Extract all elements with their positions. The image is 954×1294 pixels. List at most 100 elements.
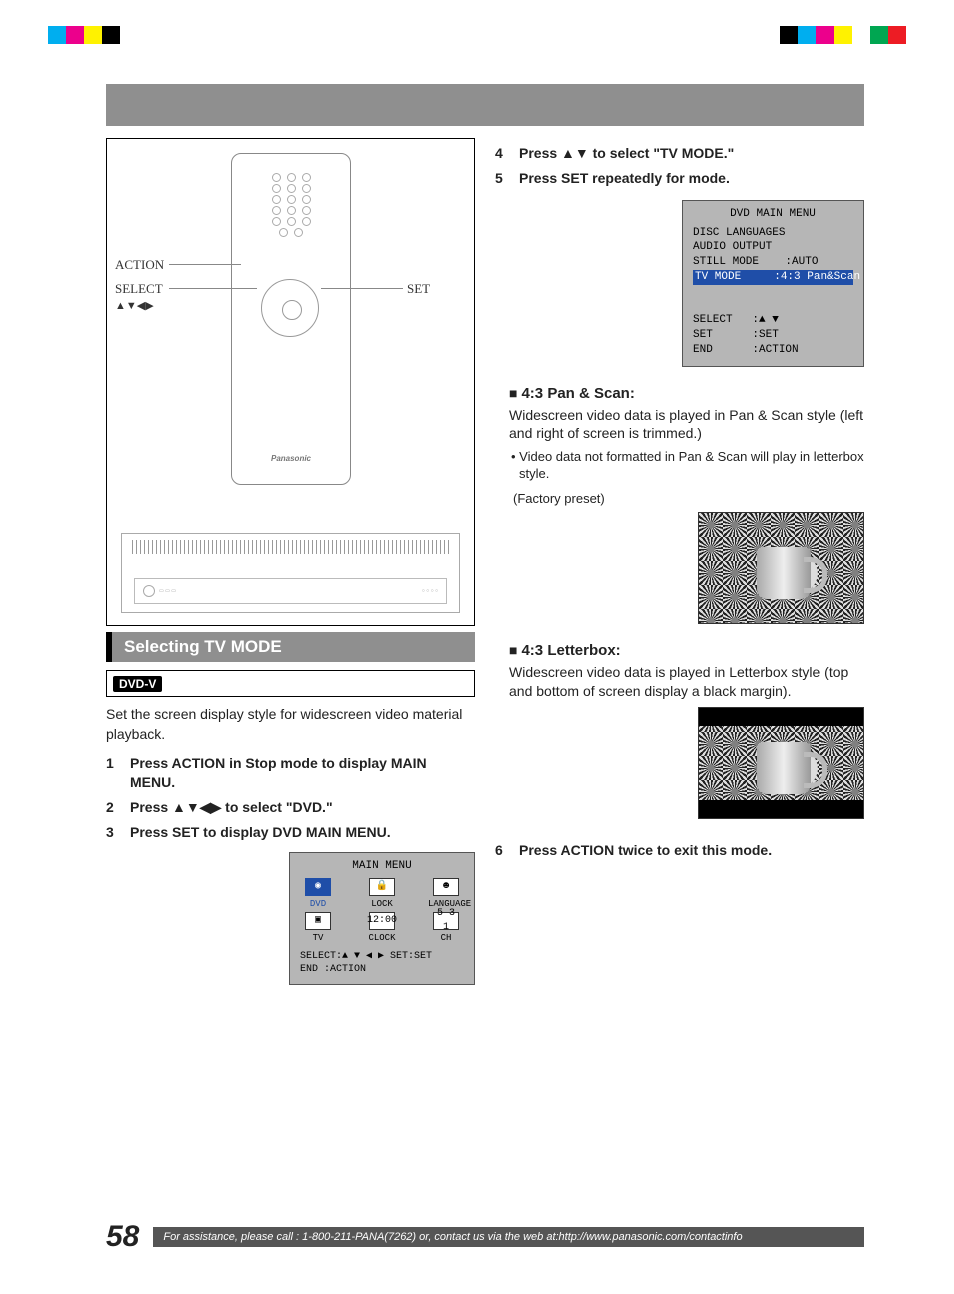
option2-title: ■4:3 Letterbox: (509, 642, 864, 659)
callout-select-line (169, 288, 257, 289)
page-content: Panasonic ACTION SELECT (106, 84, 864, 985)
callout-select: SELECT ▲▼◀▶ (115, 281, 163, 313)
left-column: Panasonic ACTION SELECT (106, 138, 475, 985)
remote-dpad (261, 279, 319, 337)
dvd-osd-hl-label: TV MODE (695, 271, 741, 283)
step-item: 6 Press ACTION twice to exit this mode. (495, 841, 864, 860)
step-text: Press ACTION twice to exit this mode. (519, 841, 864, 860)
callout-select-label: SELECT (115, 281, 163, 296)
dvd-osd-foot-select: SELECT :▲ ▼ (693, 313, 853, 328)
osd-icon-tv: ▣ TV (300, 912, 336, 944)
deck-panel: ▭ ▭ ▭ ○ ○ ○ ○ (134, 578, 447, 604)
dvd-osd-line1: DISC LANGUAGES (693, 226, 853, 241)
step-number: 1 (106, 754, 120, 792)
osd-icons-row1: ◉ DVD 🔒 LOCK ☻LANGUAGE (300, 878, 464, 910)
step-item: 3 Press SET to display DVD MAIN MENU. (106, 823, 475, 842)
osd-icon-lock: 🔒 LOCK (364, 878, 400, 910)
osd-icon-label: CLOCK (364, 932, 400, 944)
option1-title-text: 4:3 Pan & Scan: (521, 385, 634, 402)
osd-icon-glyph: 12:00 (369, 912, 395, 930)
remote-brand: Panasonic (232, 454, 350, 463)
remote-buttons (243, 171, 339, 239)
remote-diagram: Panasonic ACTION SELECT (106, 138, 475, 626)
calibration-bar-right (762, 26, 906, 44)
page-footer: 58 For assistance, please call : 1-800-2… (106, 1220, 864, 1254)
dvd-osd-line2: AUDIO OUTPUT (693, 240, 853, 255)
option2-title-text: 4:3 Letterbox: (521, 642, 620, 659)
section-heading: Selecting TV MODE (106, 632, 475, 662)
osd-icons-row2: ▣ TV 12:00 CLOCK 5 3 1CH (300, 912, 464, 944)
dvd-osd-highlight: TV MODE :4:3 Pan&Scan (693, 270, 853, 285)
step-text: Press ▲▼◀▶ to select "DVD." (130, 798, 475, 817)
step-number: 5 (495, 169, 509, 188)
callout-set: SET (407, 281, 430, 297)
dvd-osd-foot-set: SET :SET (693, 328, 853, 343)
osd-icon-dvd: ◉ DVD (300, 878, 336, 910)
step-item: 4 Press ▲▼ to select "TV MODE." (495, 144, 864, 163)
option1-title: ■4:3 Pan & Scan: (509, 385, 864, 402)
step-text: Press SET repeatedly for mode. (519, 169, 864, 188)
step-number: 3 (106, 823, 120, 842)
step-number: 4 (495, 144, 509, 163)
osd-icon-label: LOCK (364, 898, 400, 910)
step-item: 2 Press ▲▼◀▶ to select "DVD." (106, 798, 475, 817)
osd-icon-glyph: ▣ (305, 912, 331, 930)
intro-text: Set the screen display style for widescr… (106, 705, 475, 744)
page-number: 58 (106, 1220, 139, 1254)
main-menu-osd: MAIN MENU ◉ DVD 🔒 LOCK ☻LANGUAGE ▣ TV 12:00 CLO… (289, 852, 475, 985)
callout-select-arrows: ▲▼◀▶ (115, 300, 154, 312)
osd-icon-label: TV (300, 932, 336, 944)
steps-right-bottom: 6 Press ACTION twice to exit this mode. (495, 841, 864, 860)
osd-icon-ch: 5 3 1CH (428, 912, 464, 944)
option1-desc: Widescreen video data is played in Pan &… (509, 406, 864, 444)
step-text: Press ACTION in Stop mode to display MAI… (130, 754, 475, 792)
callout-action-label: ACTION (115, 257, 164, 272)
calibration-bar-left (48, 26, 192, 44)
option2-illustration (698, 707, 864, 819)
step-text: Press ▲▼ to select "TV MODE." (519, 144, 864, 163)
callout-set-label: SET (407, 281, 430, 296)
osd-icon-glyph: 🔒 (369, 878, 395, 896)
assistance-bar: For assistance, please call : 1-800-211-… (153, 1227, 864, 1247)
callout-action-line (169, 264, 241, 265)
step-text: Press SET to display DVD MAIN MENU. (130, 823, 475, 842)
dvd-osd-foot-end: END :ACTION (693, 343, 853, 358)
step-number: 2 (106, 798, 120, 817)
option-letterbox: ■4:3 Letterbox: Widescreen video data is… (509, 642, 864, 819)
steps-right-top: 4 Press ▲▼ to select "TV MODE." 5 Press SET… (495, 144, 864, 188)
main-osd-title: MAIN MENU (300, 859, 464, 874)
header-strip (106, 84, 864, 126)
osd-icon-glyph: ☻ (433, 878, 459, 896)
dvd-osd-title: DVD MAIN MENU (693, 207, 853, 222)
dvd-osd-line3: STILL MODE :AUTO (693, 255, 853, 270)
main-osd-footer: SELECT:▲ ▼ ◀ ▶ SET:SET END :ACTION (300, 950, 464, 976)
step-number: 6 (495, 841, 509, 860)
disc-icon (143, 585, 155, 597)
step-item: 1 Press ACTION in Stop mode to display MA… (106, 754, 475, 792)
mug-icon (757, 742, 811, 794)
option1-factory: (Factory preset) (513, 491, 864, 506)
osd-icon-glyph: ◉ (305, 878, 331, 896)
osd-icon-label: DVD (300, 898, 336, 910)
osd-icon-language: ☻LANGUAGE (428, 878, 464, 910)
right-column: 4 Press ▲▼ to select "TV MODE." 5 Press SET… (495, 138, 864, 985)
dvd-osd-line3-label: STILL MODE (693, 256, 759, 268)
callout-action: ACTION (115, 257, 164, 273)
option-pan-scan: ■4:3 Pan & Scan: Widescreen video data i… (509, 385, 864, 625)
dvd-osd-line3-value: :AUTO (785, 256, 818, 268)
dvdv-badge: DVD-V (113, 676, 162, 692)
dvd-deck: ▭ ▭ ▭ ○ ○ ○ ○ (121, 533, 460, 613)
osd-icon-clock: 12:00 CLOCK (364, 912, 400, 944)
main-osd-foot1: SELECT:▲ ▼ ◀ ▶ SET:SET (300, 950, 464, 963)
steps-left: 1 Press ACTION in Stop mode to display MA… (106, 754, 475, 842)
main-osd-foot2: END :ACTION (300, 963, 464, 976)
callout-set-line (321, 288, 403, 289)
dvd-osd-hl-value: :4:3 Pan&Scan (774, 271, 860, 283)
osd-icon-glyph: 5 3 1 (433, 912, 459, 930)
option2-desc: Widescreen video data is played in Lette… (509, 663, 864, 701)
dvdv-row: DVD-V (106, 670, 475, 697)
step-item: 5 Press SET repeatedly for mode. (495, 169, 864, 188)
dvd-main-menu-osd: DVD MAIN MENU DISC LANGUAGES AUDIO OUTPU… (682, 200, 864, 367)
option1-note: • Video data not formatted in Pan & Scan… (509, 449, 864, 483)
mug-icon (757, 547, 811, 599)
